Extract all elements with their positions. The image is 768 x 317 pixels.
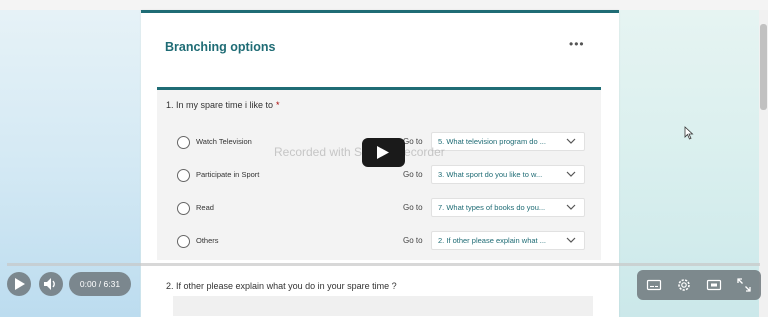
player-right-controls — [637, 270, 761, 300]
goto-dropdown-value: 3. What sport do you like to w... — [438, 170, 543, 179]
section-title: Branching options — [165, 40, 276, 54]
goto-dropdown-value: 5. What television program do ... — [438, 137, 546, 146]
more-options-button[interactable]: ••• — [569, 37, 585, 51]
option-radio[interactable] — [177, 235, 190, 248]
scrollbar-thumb[interactable] — [760, 24, 767, 110]
option-row: Participate in Sport Go to 3. What sport… — [177, 165, 587, 186]
time-display: 0:00 / 6:31 — [69, 272, 131, 296]
option-row: Read Go to 7. What types of books do you… — [177, 198, 587, 219]
goto-dropdown[interactable]: 3. What sport do you like to w... — [431, 165, 585, 184]
goto-dropdown-value: 2. If other please explain what ... — [438, 236, 546, 245]
fullscreen-button[interactable] — [736, 277, 752, 293]
mouse-cursor-icon — [684, 126, 694, 140]
goto-label: Go to — [403, 170, 423, 179]
option-label: Watch Television — [196, 137, 252, 146]
goto-label: Go to — [403, 137, 423, 146]
volume-icon — [44, 278, 55, 290]
question-1-block: 1. In my spare time i like to * Watch Tel… — [157, 87, 601, 260]
captions-icon — [646, 279, 662, 291]
goto-label: Go to — [403, 236, 423, 245]
fullscreen-icon — [737, 278, 751, 292]
required-mark: * — [276, 100, 280, 110]
page-scrollbar[interactable] — [759, 10, 768, 317]
goto-dropdown-value: 7. What types of books do you... — [438, 203, 546, 212]
seek-bar[interactable] — [7, 263, 760, 266]
goto-dropdown[interactable]: 7. What types of books do you... — [431, 198, 585, 217]
background-left — [0, 10, 140, 317]
option-radio[interactable] — [177, 136, 190, 149]
question-1-text: 1. In my spare time i like to — [166, 100, 274, 110]
option-radio[interactable] — [177, 169, 190, 182]
gear-icon — [678, 279, 690, 291]
video-stage: Branching options ••• 1. In my spare tim… — [0, 0, 768, 317]
play-icon — [377, 146, 389, 159]
goto-label: Go to — [403, 203, 423, 212]
option-label: Participate in Sport — [196, 170, 260, 179]
chevron-down-icon — [566, 204, 576, 210]
volume-button[interactable] — [39, 272, 63, 296]
play-button[interactable] — [7, 272, 31, 296]
option-row: Others Go to 2. If other please explain … — [177, 231, 587, 252]
play-icon — [15, 278, 25, 290]
center-play-button[interactable] — [362, 138, 405, 167]
miniplayer-icon — [706, 279, 722, 291]
option-label: Read — [196, 203, 214, 212]
miniplayer-button[interactable] — [706, 277, 722, 293]
settings-button[interactable] — [676, 277, 692, 293]
chevron-down-icon — [566, 237, 576, 243]
question-1-title: 1. In my spare time i like to * — [166, 100, 280, 110]
chevron-down-icon — [566, 138, 576, 144]
option-label: Others — [196, 236, 219, 245]
chevron-down-icon — [566, 171, 576, 177]
option-radio[interactable] — [177, 202, 190, 215]
question-2-answer-field[interactable] — [173, 296, 593, 316]
captions-button[interactable] — [646, 277, 662, 293]
question-2-title: 2. If other please explain what you do i… — [166, 281, 397, 291]
goto-dropdown[interactable]: 5. What television program do ... — [431, 132, 585, 151]
goto-dropdown[interactable]: 2. If other please explain what ... — [431, 231, 585, 250]
